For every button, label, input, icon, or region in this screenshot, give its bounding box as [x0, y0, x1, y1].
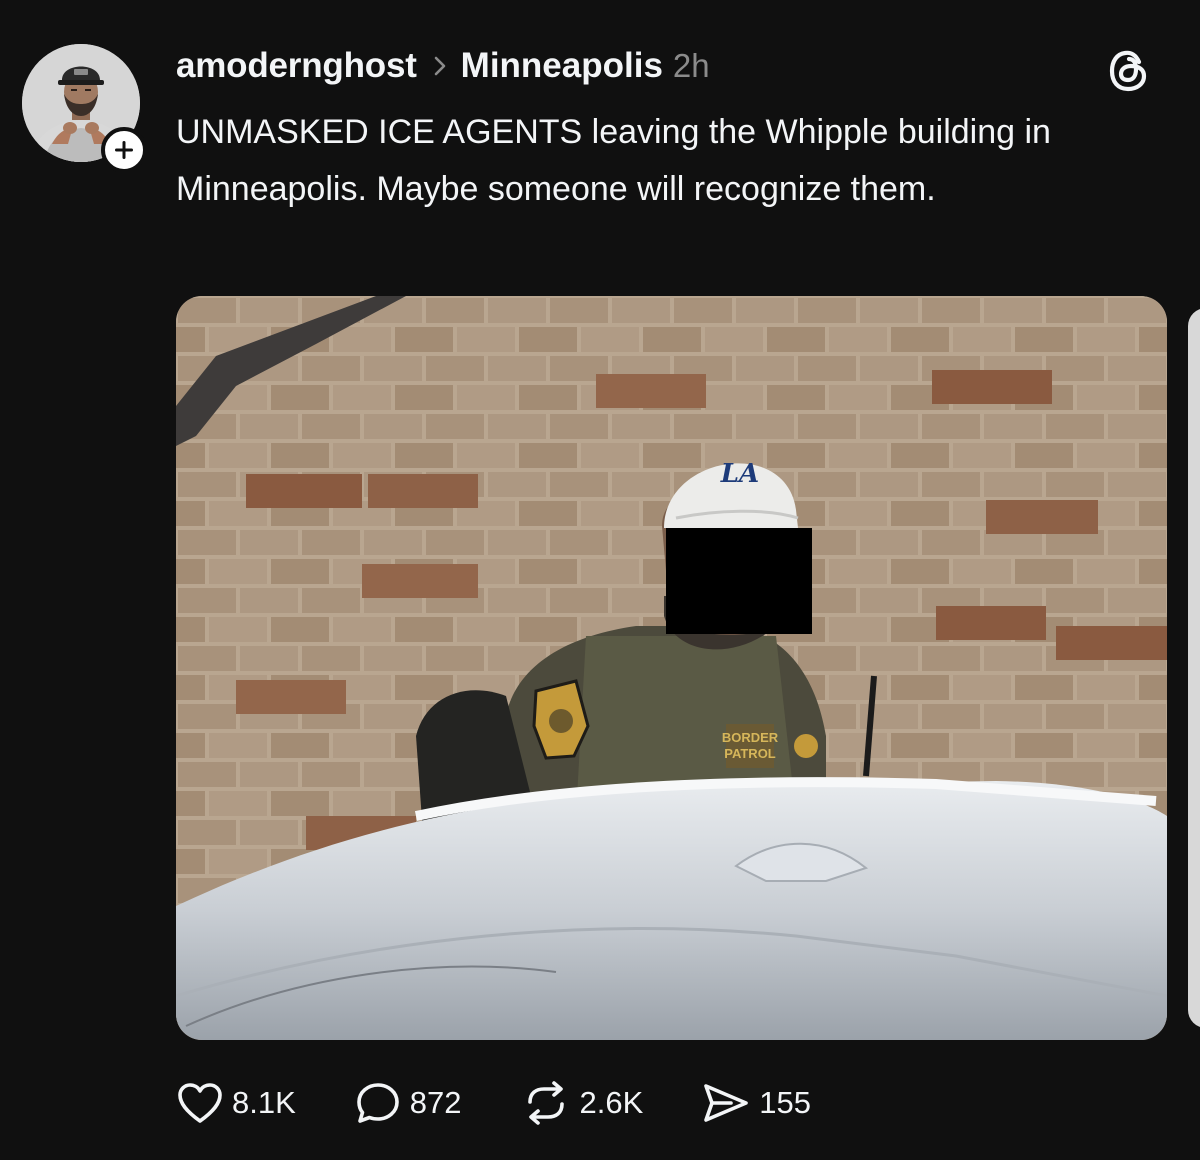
reply-button[interactable]: 872 — [354, 1080, 462, 1126]
author-username[interactable]: amodernghost — [176, 46, 417, 86]
repost-icon — [527, 1081, 564, 1125]
community-link[interactable]: Minneapolis — [461, 46, 663, 86]
action-bar: 8.1K 872 2.6K 155 — [176, 1076, 811, 1130]
post-photo[interactable]: BORDER PATROL LA — [176, 296, 1167, 1040]
vest-patch-text-2: PATROL — [724, 746, 776, 761]
post-header: amodernghost Minneapolis 2h — [176, 42, 710, 90]
plus-icon — [115, 141, 133, 159]
heart-icon — [178, 1083, 222, 1123]
like-button[interactable]: 8.1K — [176, 1081, 296, 1125]
send-icon — [704, 1084, 749, 1122]
repost-button[interactable]: 2.6K — [520, 1080, 644, 1126]
post-caption: UNMASKED ICE AGENTS leaving the Whipple … — [176, 113, 1051, 208]
author-avatar-wrapper — [22, 44, 147, 173]
comment-icon — [356, 1083, 399, 1123]
chevron-right-icon — [433, 55, 447, 77]
next-photo-peek[interactable] — [1188, 308, 1200, 1028]
vest-patch-text-1: BORDER — [722, 730, 779, 745]
follow-button[interactable] — [101, 127, 147, 173]
threads-logo-icon[interactable] — [1108, 48, 1150, 94]
photo-image: BORDER PATROL LA — [176, 296, 1167, 1040]
share-count: 155 — [759, 1085, 812, 1120]
post-timestamp: 2h — [672, 47, 710, 84]
thread-post: amodernghost Minneapolis 2h UNMASKED ICE… — [0, 0, 1200, 1160]
repost-count: 2.6K — [579, 1085, 644, 1120]
reply-count: 872 — [409, 1085, 462, 1120]
cap-logo-text: LA — [720, 459, 759, 489]
share-button[interactable]: 155 — [701, 1081, 811, 1125]
like-count: 8.1K — [232, 1085, 296, 1120]
